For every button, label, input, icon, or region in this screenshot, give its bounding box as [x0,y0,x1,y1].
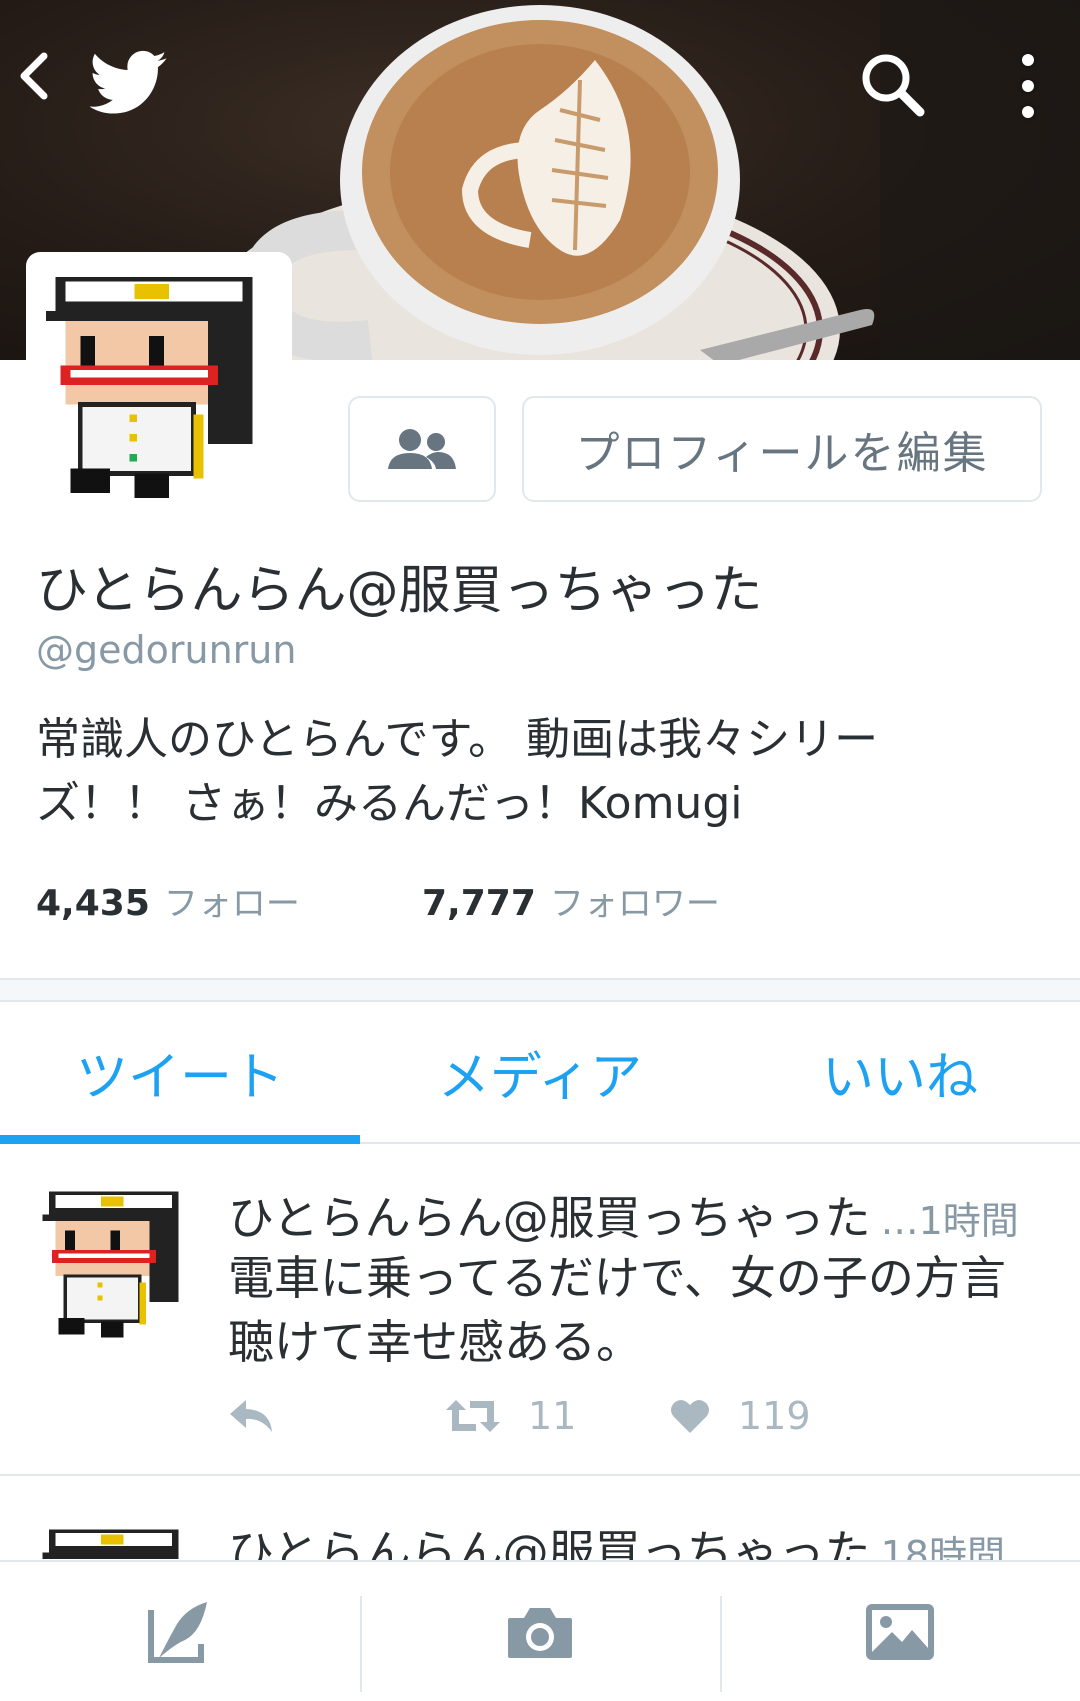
following-stat[interactable]: 4,435 フォロー [36,876,300,925]
heart-icon [671,1399,709,1433]
tweet-avatar[interactable] [36,1182,198,1344]
bottom-action-bar [0,1560,1080,1701]
bio-line: ズ！！ さぁ！みるんだっ！Komugi [36,778,743,829]
retweet-count: 11 [528,1394,577,1438]
bio-line: 常識人のひとらんです。 動画は我々シリー [36,714,879,765]
tweet-text: 電車に乗ってるだけで、女の子の方言 聴けて幸せ感ある。 [228,1246,1058,1374]
avatar-pixel-character-picture [36,1182,198,1344]
tweet-text-line: 電車に乗ってるだけで、女の子の方言 [228,1251,1006,1305]
image-icon [866,1603,934,1660]
compose-tweet-icon [148,1601,207,1663]
twitter-bird-icon [90,50,167,114]
profile-bio: 常識人のひとらんです。 動画は我々シリー ズ！！ さぁ！みるんだっ！Komugi [36,708,1016,836]
profile-screen: プロフィールを編集 ひとらんらん@服買っちゃった @gedorunrun 常識人… [0,0,1080,1701]
like-button[interactable]: 119 [670,1386,811,1446]
profile-avatar[interactable] [26,252,292,518]
reply-icon [230,1400,272,1432]
search-icon [862,54,925,117]
profile-handle: @gedorunrun [36,628,297,672]
tweet-item[interactable]: ひとらんらん@服買っちゃった …1時間 電車に乗ってるだけで、女の子の方言 聴け… [0,1146,1080,1476]
followers-label: フォロワー [549,884,720,924]
profile-name: ひとらんらん@服買っちゃった [36,561,763,621]
profile-tabs: ツイート メディア いいね [0,1002,1080,1144]
following-label: フォロー [163,884,300,924]
tab-likes[interactable]: いいね [720,1002,1080,1142]
home-bird-button[interactable] [90,48,168,118]
add-image-button[interactable] [720,1562,1080,1701]
tweet-header: ひとらんらん@服買っちゃった …1時間 [228,1182,1044,1248]
avatar-pixel-character-picture [36,262,282,508]
tweet-timestamp: …1時間 [880,1199,1019,1243]
camera-button[interactable] [360,1562,720,1701]
followers-you-know-button[interactable] [348,396,496,502]
following-count: 4,435 [36,883,150,924]
back-button[interactable] [18,52,70,116]
tweet-actions: 11 119 [228,1386,1028,1446]
compose-tweet-button[interactable] [0,1562,360,1701]
tab-tweets[interactable]: ツイート [0,1002,360,1144]
follow-stats: 4,435 フォロー 7,777 フォロワー [36,876,720,925]
retweet-button[interactable]: 11 [446,1386,576,1446]
tweet-text-line: 聴けて幸せ感ある。 [228,1315,642,1369]
followers-stat[interactable]: 7,777 フォロワー [422,876,720,925]
search-button[interactable] [856,48,928,120]
more-vertical-icon [1022,54,1034,66]
edit-profile-button[interactable]: プロフィールを編集 [522,396,1042,502]
tweet-author-name: ひとらんらん@服買っちゃった [228,1191,871,1245]
section-divider [0,978,1080,1002]
people-icon [388,429,456,469]
chevron-left-icon [20,52,48,100]
followers-count: 7,777 [422,883,536,924]
retweet-icon [446,1400,500,1432]
tab-media[interactable]: メディア [360,1002,720,1142]
like-count: 119 [738,1394,811,1438]
reply-button[interactable] [228,1386,274,1446]
camera-icon [508,1607,572,1658]
more-options-button[interactable] [1000,48,1056,124]
